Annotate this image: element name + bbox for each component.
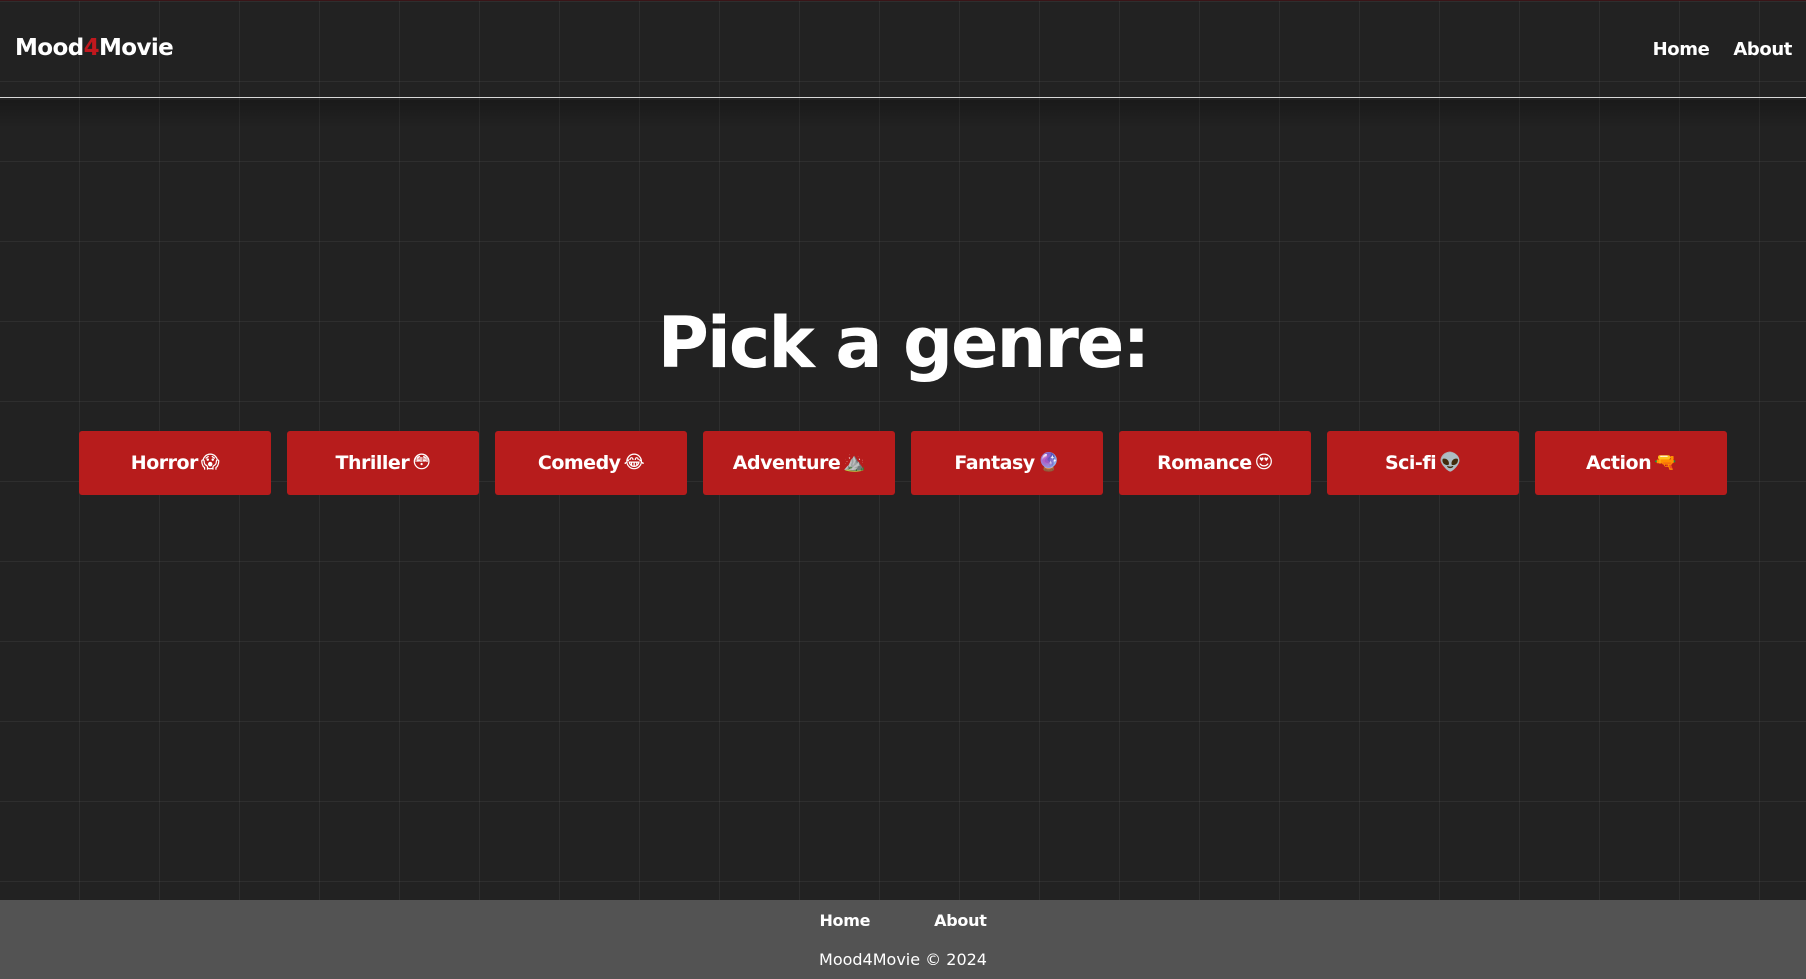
genre-button-comedy[interactable]: Comedy 😂 (495, 431, 687, 495)
genre-label: Horror (130, 452, 199, 474)
top-nav: Home About (1653, 39, 1793, 60)
footer-link-about[interactable]: About (934, 911, 987, 930)
genre-label: Adventure (732, 452, 841, 474)
nav-link-home[interactable]: Home (1653, 39, 1710, 60)
screaming-face-icon: 😱 (200, 452, 220, 473)
logo-text-accent: 4 (83, 35, 100, 61)
genre-button-sci-fi[interactable]: Sci-fi 👽 (1327, 431, 1519, 495)
genre-label: Action (1585, 452, 1652, 474)
site-footer: Home About Mood4Movie © 2024 (0, 900, 1806, 979)
genre-button-adventure[interactable]: Adventure ⛰️ (703, 431, 895, 495)
footer-link-home[interactable]: Home (819, 911, 870, 930)
site-header: Mood4Movie Home About (0, 0, 1806, 128)
copyright-text: Mood4Movie © 2024 (819, 950, 987, 969)
mountain-icon: ⛰️ (843, 452, 866, 473)
genre-button-horror[interactable]: Horror 😱 (79, 431, 271, 495)
genre-label: Comedy (537, 452, 621, 474)
genre-button-romance[interactable]: Romance 😍 (1119, 431, 1311, 495)
genre-label: Romance (1157, 452, 1252, 474)
genre-button-action[interactable]: Action 🔫 (1535, 431, 1727, 495)
footer-nav: Home About (0, 911, 1806, 930)
genre-button-list: Horror 😱 Thriller 😳 Comedy 😂 Adventure ⛰… (79, 431, 1727, 495)
water-pistol-icon: 🔫 (1654, 452, 1677, 473)
laughing-face-icon: 😂 (623, 452, 645, 473)
logo-text-mood: Mood (15, 35, 84, 61)
page-title: Pick a genre: (657, 302, 1151, 384)
genre-button-fantasy[interactable]: Fantasy 🔮 (911, 431, 1103, 495)
genre-button-thriller[interactable]: Thriller 😳 (287, 431, 479, 495)
logo-text-movie: Movie (98, 35, 174, 61)
genre-label: Fantasy (954, 452, 1035, 474)
site-logo[interactable]: Mood4Movie (15, 35, 174, 61)
crystal-ball-icon: 🔮 (1037, 452, 1060, 473)
genre-label: Sci-fi (1384, 452, 1437, 474)
heart-eyes-face-icon: 😍 (1254, 452, 1274, 473)
alien-icon: 👽 (1439, 452, 1462, 473)
flushed-face-icon: 😳 (412, 452, 431, 473)
nav-link-about[interactable]: About (1733, 39, 1792, 60)
genre-label: Thriller (335, 452, 410, 474)
